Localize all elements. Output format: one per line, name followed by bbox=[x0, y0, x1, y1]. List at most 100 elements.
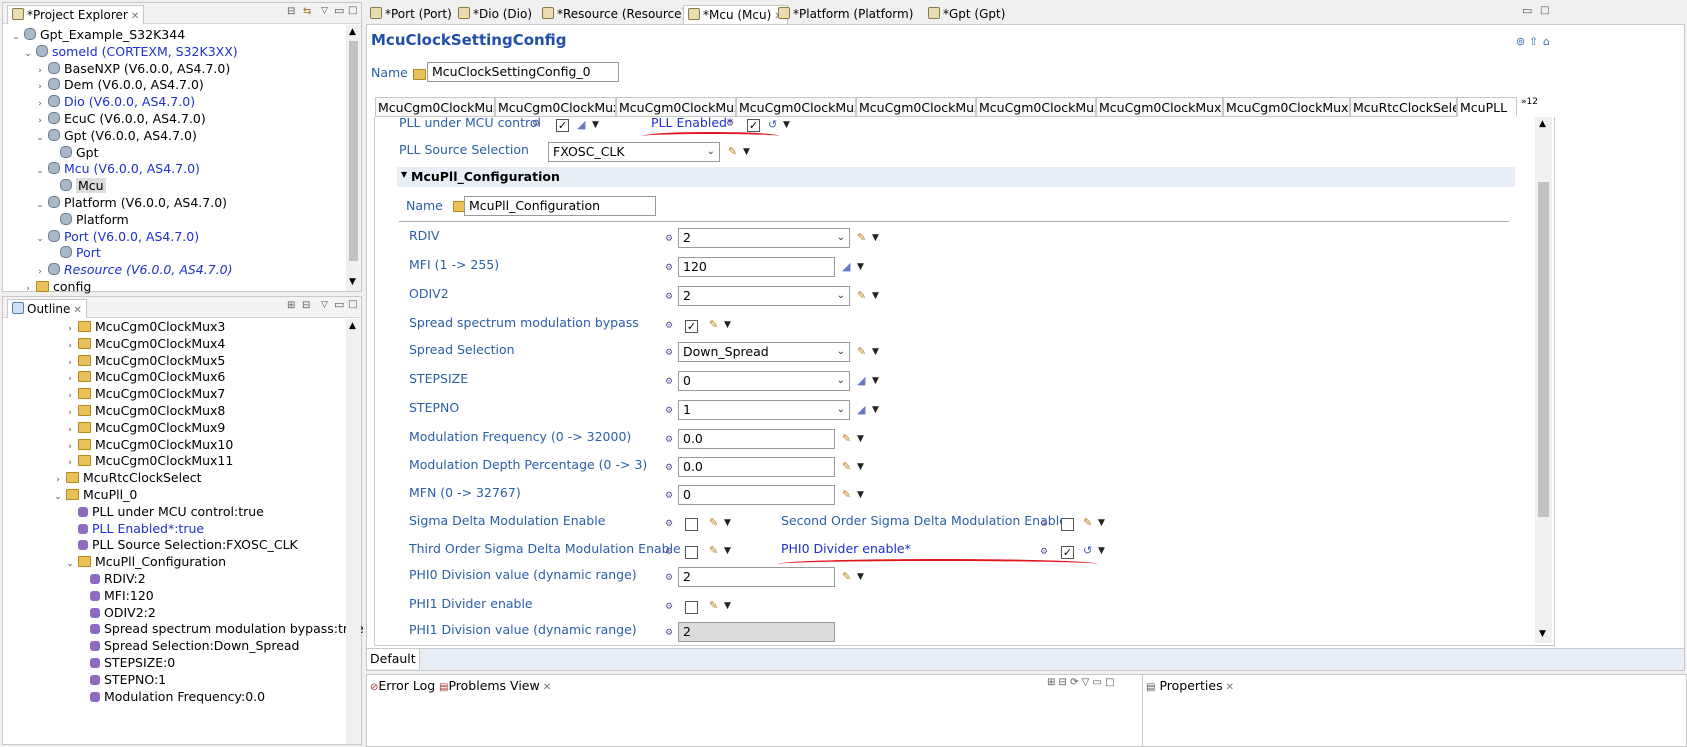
chevron-down-icon[interactable]: ⌄ bbox=[65, 556, 75, 573]
chevron-down-icon[interactable]: ▼ bbox=[857, 572, 864, 582]
chevron-down-icon[interactable]: ▼ bbox=[1098, 546, 1105, 556]
section-name-input[interactable]: McuPll_Configuration bbox=[464, 196, 656, 216]
mfi-input[interactable]: 120 bbox=[678, 257, 835, 277]
chevron-down-icon[interactable]: ▼ bbox=[872, 291, 879, 301]
scroll-thumb[interactable] bbox=[1538, 182, 1549, 517]
tree-item[interactable]: ⌄ Mcu (V6.0.0, AS4.7.0) bbox=[35, 160, 200, 177]
tree-item[interactable]: › Resource (V6.0.0, AS4.7.0) bbox=[35, 261, 232, 278]
scroll-up-icon[interactable]: ▲ bbox=[1539, 119, 1546, 129]
default-tab[interactable]: Default bbox=[367, 649, 420, 669]
tree-item[interactable]: › McuCgm0ClockMux3 bbox=[65, 318, 225, 335]
tree-item[interactable]: › McuCgm0ClockMux8 bbox=[65, 402, 225, 419]
tree-item[interactable]: ⌄ McuPll_0 bbox=[53, 486, 137, 503]
tree-item[interactable]: Platform bbox=[47, 211, 129, 228]
outline-tab[interactable]: Outline ✕ bbox=[7, 299, 87, 318]
chevron-down-icon[interactable]: ▼ bbox=[872, 233, 879, 243]
container-tab[interactable]: McuCgm0ClockMux10 bbox=[1096, 97, 1223, 117]
container-tab[interactable]: McuPLL bbox=[1457, 97, 1517, 117]
calculate-icon[interactable]: ◢ bbox=[842, 260, 850, 273]
chevron-down-icon[interactable]: ▼ bbox=[1098, 518, 1105, 528]
project-explorer-scrollbar[interactable]: ▲ ▼ bbox=[346, 25, 361, 291]
editor-tab[interactable]: *Gpt (Gpt) bbox=[924, 5, 1009, 23]
chevron-down-icon[interactable]: ⌄ bbox=[35, 163, 45, 180]
container-tab[interactable]: McuCgm0ClockMux7 bbox=[736, 97, 856, 117]
scroll-down-icon[interactable]: ▼ bbox=[349, 277, 356, 287]
minimize-icon[interactable]: ▭ bbox=[334, 298, 344, 311]
minimize-icon[interactable]: ▭ bbox=[334, 4, 344, 17]
tree-item[interactable]: ⌄ Gpt_Example_S32K344 bbox=[11, 26, 185, 43]
maximize-icon[interactable]: □ bbox=[1540, 5, 1549, 16]
outline-scrollbar[interactable]: ▲ bbox=[346, 319, 361, 744]
view-menu-icon[interactable]: ▽ bbox=[321, 300, 328, 310]
editor-tab[interactable]: *Platform (Platform) bbox=[774, 5, 917, 23]
chevron-down-icon[interactable]: ▼ bbox=[872, 405, 879, 415]
edit-icon[interactable]: ✎ bbox=[709, 544, 718, 557]
collapse-all-icon[interactable]: ⊟ bbox=[302, 300, 310, 311]
tree-item[interactable]: › McuCgm0ClockMux9 bbox=[65, 419, 225, 436]
close-icon[interactable]: ✕ bbox=[73, 305, 81, 316]
chevron-down-icon[interactable]: ▼ bbox=[857, 262, 864, 272]
pll-source-select[interactable]: FXOSC_CLK ⌄ bbox=[548, 142, 720, 162]
chevron-down-icon[interactable]: ▼ bbox=[857, 462, 864, 472]
edit-icon[interactable]: ✎ bbox=[728, 145, 737, 158]
chevron-down-icon[interactable]: ▼ bbox=[592, 120, 599, 130]
close-icon[interactable]: ✕ bbox=[543, 682, 551, 693]
link-editor-icon[interactable]: ⇆ bbox=[303, 6, 311, 17]
home-icon[interactable]: ⌂ bbox=[1543, 35, 1550, 48]
editor-tab[interactable]: *Dio (Dio) bbox=[454, 5, 536, 23]
pll-enabled-checkbox[interactable]: ✓ bbox=[747, 119, 760, 132]
mfn-input[interactable]: 0 bbox=[678, 485, 835, 505]
chevron-down-icon[interactable]: ⌄ bbox=[23, 46, 33, 63]
close-icon[interactable]: ✕ bbox=[1226, 682, 1234, 693]
tree-item[interactable]: ODIV2:2 bbox=[77, 604, 156, 621]
edit-icon[interactable]: ✎ bbox=[842, 460, 851, 473]
phi0-div-input[interactable]: 2 bbox=[678, 567, 835, 587]
collapse-all-icon[interactable]: ⊟ bbox=[287, 6, 295, 17]
tree-item[interactable]: Modulation Frequency:0.0 bbox=[77, 688, 265, 705]
minimize-icon[interactable]: ▭ bbox=[1522, 4, 1532, 17]
tree-item[interactable]: ⌄ someId (CORTEXM, S32K3XX) bbox=[23, 43, 237, 63]
phi0-enable-checkbox[interactable]: ✓ bbox=[1061, 546, 1074, 559]
section-collapse-icon[interactable]: ▼ bbox=[401, 170, 407, 179]
tree-item[interactable]: › McuCgm0ClockMux4 bbox=[65, 335, 225, 352]
tree-item[interactable]: › BaseNXP (V6.0.0, AS4.7.0) bbox=[35, 60, 230, 77]
up-icon[interactable]: ⇧ bbox=[1529, 35, 1538, 48]
calculate-icon[interactable]: ◢ bbox=[577, 118, 585, 131]
odiv2-select[interactable]: 2 ⌄ bbox=[678, 286, 850, 306]
container-tab[interactable]: McuCgm0ClockMux4 bbox=[375, 97, 495, 117]
bottom-tab[interactable]: ⊘Error Log bbox=[370, 678, 435, 693]
tree-item[interactable]: Mcu bbox=[47, 177, 106, 194]
tab-overflow-indicator[interactable]: »12 bbox=[1521, 97, 1538, 107]
scroll-up-icon[interactable]: ▲ bbox=[349, 321, 356, 331]
edit-icon[interactable]: ✎ bbox=[842, 570, 851, 583]
chevron-down-icon[interactable]: ⌄ bbox=[53, 489, 63, 506]
chevron-down-icon[interactable]: ▼ bbox=[872, 376, 879, 386]
chevron-down-icon[interactable]: ⌄ bbox=[35, 197, 45, 214]
tree-item[interactable]: RDIV:2 bbox=[77, 570, 146, 587]
container-tab[interactable]: McuRtcClockSelect bbox=[1350, 97, 1457, 117]
help-icon[interactable]: ⊚ bbox=[1516, 35, 1525, 48]
tree-item[interactable]: › McuCgm0ClockMux10 bbox=[65, 436, 233, 453]
phi1-enable-checkbox[interactable] bbox=[685, 601, 698, 614]
tree-item[interactable]: › McuRtcClockSelect bbox=[53, 469, 201, 486]
editor-tab[interactable]: *Mcu (Mcu)✕ bbox=[683, 5, 788, 24]
chevron-down-icon[interactable]: ▼ bbox=[857, 490, 864, 500]
editor-tab[interactable]: *Port (Port) bbox=[366, 5, 456, 23]
container-tab[interactable]: McuCgm0ClockMux8 bbox=[856, 97, 976, 117]
chevron-down-icon[interactable]: ▼ bbox=[724, 546, 731, 556]
chevron-down-icon[interactable]: ⌄ bbox=[11, 29, 21, 46]
tree-item[interactable]: › EcuC (V6.0.0, AS4.7.0) bbox=[35, 110, 206, 127]
reset-icon[interactable]: ↺ bbox=[768, 118, 777, 131]
tree-item[interactable]: Port bbox=[47, 244, 101, 261]
scroll-up-icon[interactable]: ▲ bbox=[349, 27, 356, 37]
tree-item[interactable]: STEPSIZE:0 bbox=[77, 654, 175, 671]
container-tab[interactable]: McuCgm0ClockMux6 bbox=[616, 97, 736, 117]
tree-item[interactable]: Gpt bbox=[47, 144, 99, 161]
expand-all-icon[interactable]: ⊞ bbox=[287, 300, 295, 311]
config-name-input[interactable]: McuClockSettingConfig_0 bbox=[427, 62, 619, 82]
reset-icon[interactable]: ↺ bbox=[1083, 544, 1092, 557]
edit-icon[interactable]: ✎ bbox=[857, 345, 866, 358]
bottom-tab[interactable]: ▤Problems View ✕ bbox=[439, 678, 551, 693]
chevron-down-icon[interactable]: ▼ bbox=[724, 518, 731, 528]
scroll-down-icon[interactable]: ▼ bbox=[1539, 629, 1546, 639]
